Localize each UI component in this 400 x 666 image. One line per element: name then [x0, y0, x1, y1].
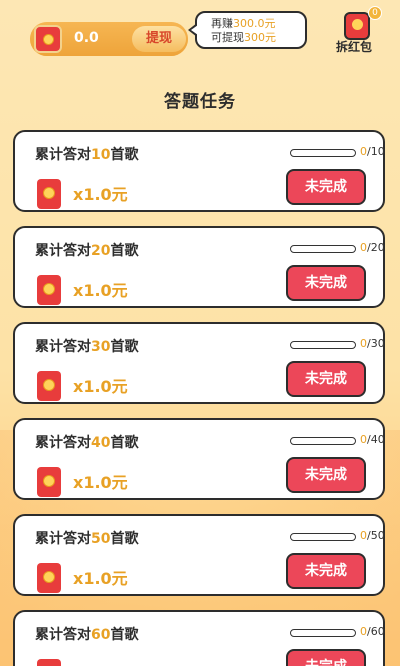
- red-packet-icon: [37, 659, 61, 666]
- task-title-suffix: 首歌: [110, 147, 139, 163]
- task-title-suffix: 首歌: [110, 435, 139, 451]
- withdraw-button[interactable]: 提现: [132, 26, 186, 52]
- progress-text: 0/50: [360, 529, 385, 542]
- progress-text: 0/20: [360, 241, 385, 254]
- progress-bar: [290, 533, 356, 541]
- reward-amount: x1.0元: [73, 473, 128, 492]
- coin-icon: [43, 34, 54, 45]
- earn-tip-bubble: 再赚300.0元 可提现300元: [188, 11, 307, 49]
- progress-current: 0: [360, 433, 367, 446]
- task-title: 累计答对10首歌: [35, 144, 138, 164]
- task-title-suffix: 首歌: [110, 627, 139, 643]
- progress-total: /60: [367, 625, 385, 638]
- reward-amount: x1.0元: [73, 281, 128, 300]
- progress-bar: [290, 341, 356, 349]
- coin-icon: [43, 379, 55, 391]
- red-packet-icon: [37, 275, 61, 305]
- earn-tip-line-1: 再赚300.0元: [211, 17, 305, 31]
- reward-amount: x1.0元: [73, 185, 128, 204]
- section-title: 答题任务: [164, 92, 236, 112]
- red-packet-icon: [34, 25, 62, 53]
- task-title-prefix: 累计答对: [35, 339, 91, 355]
- task-title-prefix: 累计答对: [35, 435, 91, 451]
- notification-badge: 0: [368, 6, 382, 20]
- red-packet-icon: [37, 563, 61, 593]
- progress-total: /50: [367, 529, 385, 542]
- task-title-prefix: 累计答对: [35, 627, 91, 643]
- withdrawable-value: 300元: [244, 31, 276, 44]
- reward-amount: x1.0元: [73, 569, 128, 588]
- progress-total: /20: [367, 241, 385, 254]
- red-packet-icon: [37, 179, 61, 209]
- task-target-count: 40: [91, 435, 111, 451]
- progress-bar: [290, 629, 356, 637]
- progress-text: 0/10: [360, 145, 385, 158]
- progress-current: 0: [360, 241, 367, 254]
- progress-text: 0/60: [360, 625, 385, 638]
- task-target-count: 10: [91, 147, 111, 163]
- coin-icon: [43, 571, 55, 583]
- coin-icon: [43, 475, 55, 487]
- task-target-count: 20: [91, 243, 111, 259]
- progress-current: 0: [360, 625, 367, 638]
- task-status-button[interactable]: 未完成: [286, 649, 366, 666]
- progress-bar: [290, 149, 356, 157]
- red-packet-icon: [37, 371, 61, 401]
- coin-icon: [352, 19, 363, 30]
- progress-total: /10: [367, 145, 385, 158]
- task-status-button[interactable]: 未完成: [286, 361, 366, 397]
- reward-amount: x1.0元: [73, 377, 128, 396]
- task-status-button[interactable]: 未完成: [286, 265, 366, 301]
- task-card: 累计答对50首歌 0/50 x1.0元 未完成: [13, 514, 385, 596]
- coin-icon: [43, 187, 55, 199]
- task-card: 累计答对20首歌 0/20 x1.0元 未完成: [13, 226, 385, 308]
- earn-tip-label: 再赚: [211, 17, 233, 30]
- task-title: 累计答对40首歌: [35, 432, 138, 452]
- earn-tip-line-2: 可提现300元: [211, 31, 305, 45]
- task-target-count: 50: [91, 531, 111, 547]
- reward-amount: x1.0元: [73, 661, 128, 666]
- withdrawable-label: 可提现: [211, 31, 244, 44]
- task-card: 累计答对40首歌 0/40 x1.0元 未完成: [13, 418, 385, 500]
- progress-current: 0: [360, 529, 367, 542]
- task-status-button[interactable]: 未完成: [286, 457, 366, 493]
- red-packet-icon: [37, 467, 61, 497]
- open-red-packet-label[interactable]: 拆红包: [336, 38, 372, 55]
- task-target-count: 60: [91, 627, 111, 643]
- task-status-button[interactable]: 未完成: [286, 169, 366, 205]
- progress-current: 0: [360, 337, 367, 350]
- progress-text: 0/30: [360, 337, 385, 350]
- earn-tip-value: 300.0元: [233, 17, 276, 30]
- task-title: 累计答对60首歌: [35, 624, 138, 644]
- red-packet-icon: [344, 12, 370, 40]
- task-title: 累计答对20首歌: [35, 240, 138, 260]
- task-card: 累计答对60首歌 0/60 x1.0元 未完成: [13, 610, 385, 666]
- progress-current: 0: [360, 145, 367, 158]
- task-target-count: 30: [91, 339, 111, 355]
- task-title: 累计答对50首歌: [35, 528, 138, 548]
- task-title-suffix: 首歌: [110, 531, 139, 547]
- progress-total: /40: [367, 433, 385, 446]
- progress-bar: [290, 245, 356, 253]
- task-card: 累计答对10首歌 0/10 x1.0元 未完成: [13, 130, 385, 212]
- task-card: 累计答对30首歌 0/30 x1.0元 未完成: [13, 322, 385, 404]
- task-status-button[interactable]: 未完成: [286, 553, 366, 589]
- balance-pill: 0.0 提现: [30, 22, 188, 56]
- task-title-prefix: 累计答对: [35, 243, 91, 259]
- task-title-suffix: 首歌: [110, 243, 139, 259]
- coin-icon: [43, 283, 55, 295]
- progress-bar: [290, 437, 356, 445]
- progress-text: 0/40: [360, 433, 385, 446]
- progress-total: /30: [367, 337, 385, 350]
- task-title-suffix: 首歌: [110, 339, 139, 355]
- task-title-prefix: 累计答对: [35, 531, 91, 547]
- balance-amount: 0.0: [74, 30, 99, 46]
- task-title: 累计答对30首歌: [35, 336, 138, 356]
- task-title-prefix: 累计答对: [35, 147, 91, 163]
